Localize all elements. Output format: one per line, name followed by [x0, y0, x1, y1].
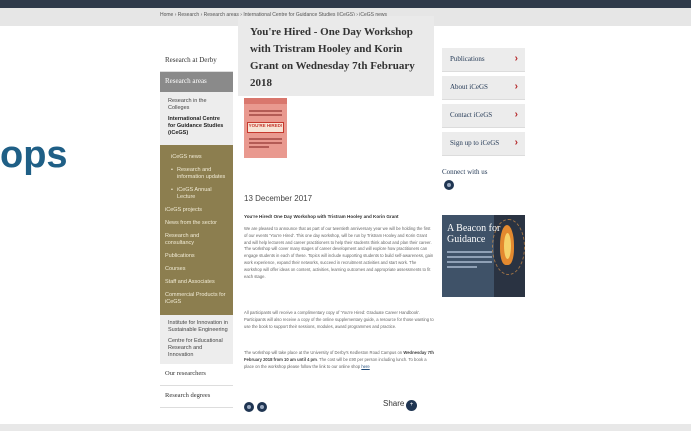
event-poster-image: YOU'RE HIRED! — [244, 98, 287, 158]
publications-link[interactable]: Publications › — [442, 48, 525, 72]
page-title: You're Hired - One Day Workshop with Tri… — [250, 26, 415, 89]
article-date: 13 December 2017 — [244, 194, 313, 203]
banner-text-line — [447, 256, 492, 258]
poster-line — [249, 138, 282, 140]
sidebar-item-ceri[interactable]: Centre for Educational Research and Inno… — [168, 336, 228, 361]
sidebar-item-research-consultancy[interactable]: Research and consultancy — [165, 230, 228, 250]
sidebar-sub-section: Research in the Colleges International C… — [160, 92, 233, 145]
sidebar-other-areas: Institute for Innovation in Sustainable … — [160, 315, 233, 364]
contact-icegs-link[interactable]: Contact iCeGS › — [442, 104, 525, 128]
banner-title: A Beacon for Guidance — [447, 223, 501, 245]
article-paragraph-1: We are pleased to announce that as part … — [244, 226, 434, 279]
bullet-icon: • — [171, 167, 173, 173]
social-icons-row — [244, 399, 270, 417]
twitter-icon[interactable] — [257, 402, 267, 412]
poster-line — [249, 146, 269, 148]
sidebar-research-degrees[interactable]: Research degrees — [160, 386, 233, 408]
chevron-right-icon: › — [514, 109, 518, 120]
banner-text-line — [447, 261, 492, 263]
connect-heading: Connect with us — [442, 168, 488, 176]
article-paragraph-2: All participants will receive a complime… — [244, 310, 434, 329]
sidebar-research-at-derby[interactable]: Research at Derby — [160, 48, 233, 72]
link-label: Sign up to iCeGS — [450, 139, 500, 147]
top-bar — [0, 0, 691, 8]
sidebar-item-publications[interactable]: Publications — [165, 250, 228, 263]
sidebar-item-sector-news[interactable]: News from the sector — [165, 217, 228, 230]
share-plus-icon[interactable]: + — [406, 400, 417, 411]
booking-link[interactable]: here — [361, 364, 369, 369]
sidebar-our-researchers[interactable]: Our researchers — [160, 364, 233, 386]
beacon-for-guidance-banner[interactable]: A Beacon for Guidance — [442, 215, 525, 297]
sidebar-item-staff[interactable]: Staff and Associates — [165, 276, 228, 289]
sidebar-item-research-updates[interactable]: • Research and information updates — [171, 164, 228, 184]
sidebar-icegs-menu: iCeGS news • Research and information upd… — [160, 145, 233, 315]
poster-heading: YOU'RE HIRED! — [247, 122, 284, 133]
facebook-icon[interactable] — [244, 402, 254, 412]
sidebar-item-annual-lecture[interactable]: • iCeGS Annual Lecture — [171, 184, 228, 204]
poster-header-band — [244, 98, 287, 104]
sidebar-item-icegs-news[interactable]: iCeGS news — [171, 151, 228, 164]
article-paragraph-3: The workshop will take place at the Univ… — [244, 350, 434, 370]
sign-up-link[interactable]: Sign up to iCeGS › — [442, 132, 525, 156]
sidebar-item-label: iCeGS Annual Lecture — [177, 187, 212, 200]
sidebar-research-areas[interactable]: Research areas — [160, 72, 233, 92]
about-icegs-link[interactable]: About iCeGS › — [442, 76, 525, 100]
left-sidebar: Research at Derby Research areas Researc… — [160, 48, 233, 408]
link-label: About iCeGS — [450, 83, 488, 91]
sidebar-item-icegs[interactable]: International Centre for Guidance Studie… — [168, 116, 228, 143]
chevron-right-icon: › — [514, 81, 518, 92]
chevron-right-icon: › — [514, 53, 518, 64]
sidebar-item-colleges[interactable]: Research in the Colleges — [168, 96, 228, 116]
poster-line — [249, 114, 282, 116]
sidebar-item-courses[interactable]: Courses — [165, 263, 228, 276]
link-label: Publications — [450, 55, 485, 63]
sidebar-item-iise[interactable]: Institute for Innovation in Sustainable … — [168, 318, 228, 336]
paragraph-text: The workshop will take place at the Univ… — [244, 350, 404, 355]
sidebar-item-commercial-products[interactable]: Commercial Products for iCeGS — [165, 289, 228, 309]
chevron-right-icon: › — [514, 137, 518, 148]
share-label[interactable]: Share — [383, 399, 404, 408]
banner-text-line — [447, 251, 492, 253]
banner-text-line — [447, 266, 477, 268]
sidebar-item-label: Research and information updates — [177, 167, 226, 180]
social-icon[interactable] — [444, 180, 454, 190]
poster-line — [249, 110, 282, 112]
link-label: Contact iCeGS — [450, 111, 493, 119]
bullet-icon: • — [171, 187, 173, 193]
partial-heading: ops — [0, 134, 68, 176]
sidebar-item-icegs-projects[interactable]: iCeGS projects — [165, 204, 228, 217]
footer-bar — [0, 424, 691, 431]
article-subtitle: You're Hired! One Day Workshop with Tris… — [244, 214, 399, 219]
poster-line — [249, 142, 282, 144]
